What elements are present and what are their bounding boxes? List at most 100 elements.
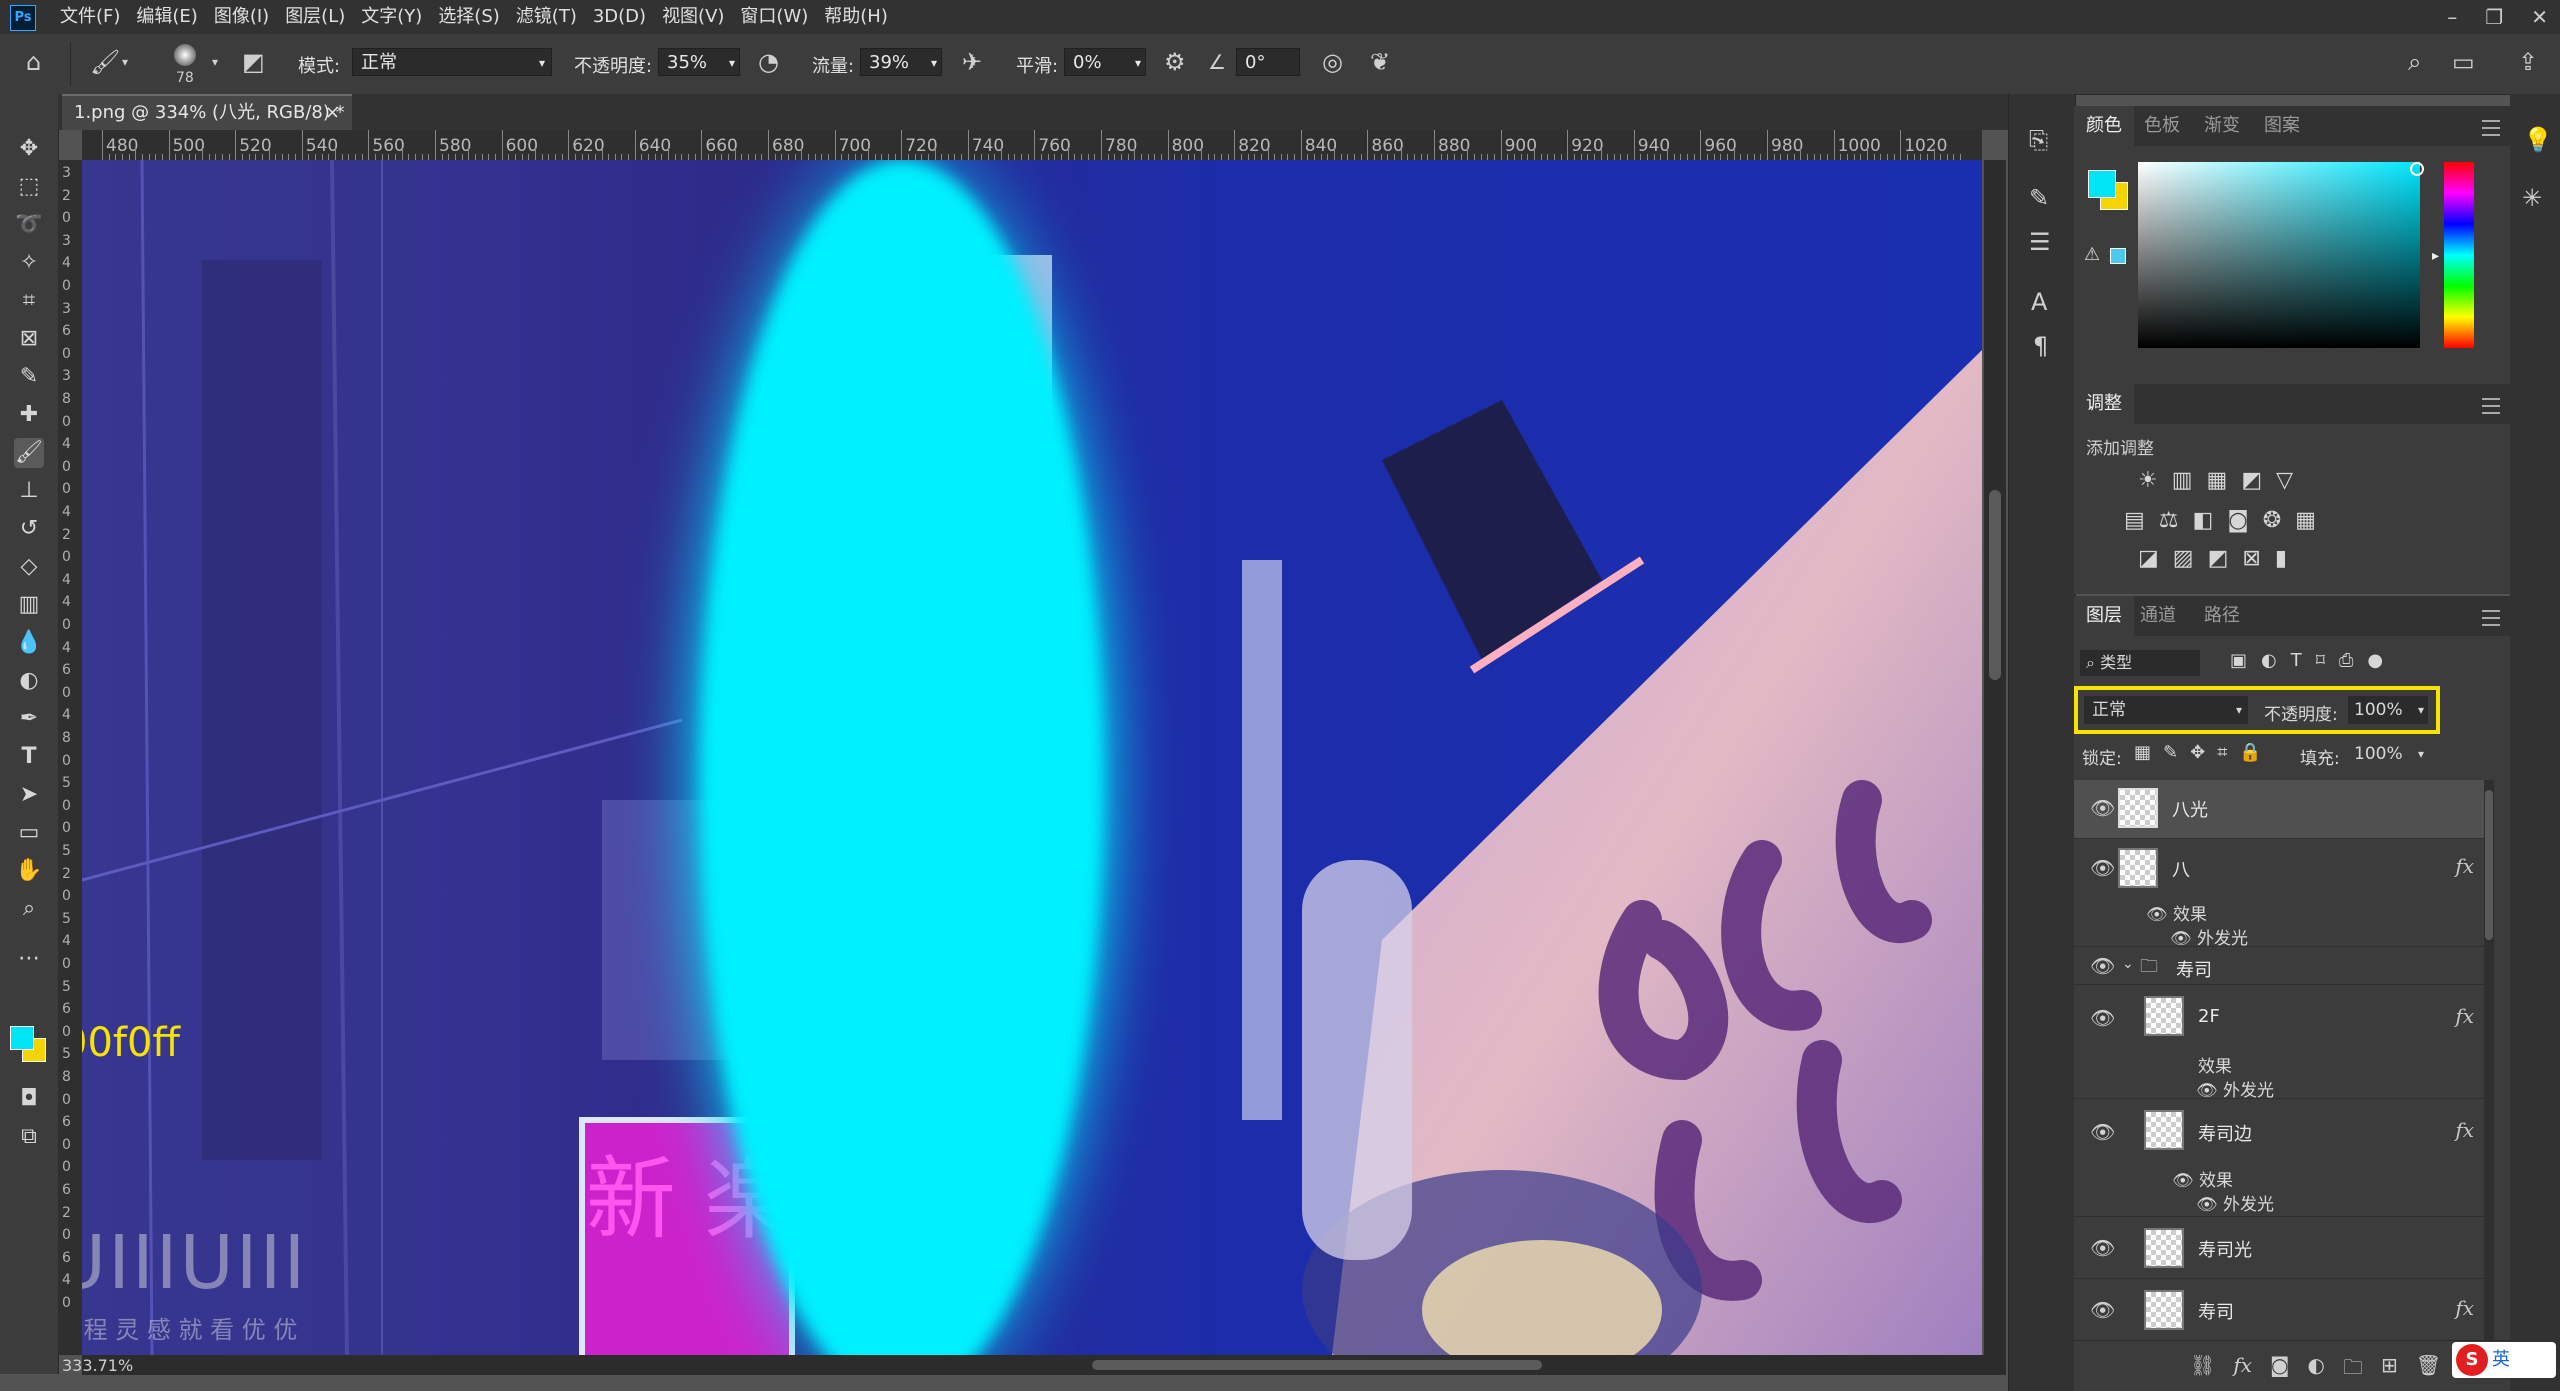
document-canvas[interactable]: 新 楽 00f0ff UIIIUIII 教 程 灵 感 就 看 优 优 [82,160,1982,1355]
tab-patterns[interactable]: 图案 [2264,106,2300,146]
zoom-level[interactable]: 333.71% [62,1356,133,1375]
new-adjustment-icon[interactable]: ◐ [2307,1353,2324,1387]
opacity-input[interactable]: 35% ▾ [658,48,740,76]
tab-layers[interactable]: 图层 [2074,596,2134,636]
eye-icon[interactable]: 👁 [2172,1171,2194,1191]
chevron-down-icon[interactable]: ▾ [122,56,128,68]
horizontal-scrollbar[interactable] [82,1355,2006,1375]
curves-icon[interactable]: ▦ [2207,468,2228,493]
menu-filter[interactable]: 滤镜(T) [508,0,585,34]
layer-fx-icon[interactable]: fx [2455,1296,2474,1320]
filter-toggle-icon[interactable]: ● [2367,650,2383,671]
channel-mixer-icon[interactable]: ❂ [2263,508,2281,533]
effect-item[interactable]: 👁 外发光 [2170,924,2248,949]
eye-icon[interactable]: 👁 [2196,1081,2218,1101]
tab-swatches[interactable]: 色板 [2144,106,2180,146]
lock-transparent-icon[interactable]: ▦ [2134,742,2151,763]
new-layer-icon[interactable]: ⊞ [2381,1353,2398,1387]
brightness-icon[interactable]: ☀ [2138,468,2158,493]
scroll-thumb[interactable] [1989,490,2001,680]
menu-window[interactable]: 窗口(W) [732,0,816,34]
layer-row[interactable]: 👁 寿司边 fx 👁 效果 👁 外发光 [2074,1100,2494,1217]
layer-fx-icon[interactable]: fx [2455,1118,2474,1142]
menu-image[interactable]: 图像(I) [206,0,277,34]
pressure-opacity-icon[interactable]: ◔ [758,50,779,74]
filter-smart-icon[interactable]: ⎙ [2339,650,2353,671]
tab-color[interactable]: 颜色 [2074,106,2134,146]
hue-slider[interactable] [2444,162,2474,348]
layer-name[interactable]: 八光 [2172,796,2208,822]
paragraph-icon[interactable]: ¶ [2033,334,2048,358]
tab-adjustments[interactable]: 调整 [2074,384,2134,424]
group-name[interactable]: 寿司 [2176,956,2212,982]
layer-row[interactable]: 👁 八 fx 👁 效果 👁 外发光 [2074,840,2494,949]
menu-edit[interactable]: 编辑(E) [128,0,205,34]
dodge-tool-icon[interactable]: ◐ [14,666,44,696]
color-lookup-icon[interactable]: ▦ [2295,508,2316,533]
visibility-eye-icon[interactable]: 👁 [2090,954,2115,978]
history-icon[interactable]: ⎘ [2029,128,2048,152]
character-icon[interactable]: A [2031,290,2047,314]
lock-all-icon[interactable]: 🔒 [2239,742,2261,763]
filter-pixel-icon[interactable]: ▣ [2230,650,2247,671]
panel-menu-icon[interactable] [2482,610,2500,626]
flow-input[interactable]: 39% ▾ [860,48,942,76]
color-field[interactable] [2138,162,2420,348]
panel-menu-icon[interactable] [2482,120,2500,136]
lock-pixels-icon[interactable]: ✎ [2163,742,2178,763]
angle-input[interactable]: 0° [1236,48,1300,76]
pen-tool-icon[interactable]: ✒ [14,704,44,734]
libraries-icon[interactable]: ✳ [2522,186,2542,210]
effect-item[interactable]: 👁 外发光 [2196,1076,2274,1101]
search-icon[interactable]: ⌕ [2408,50,2421,74]
blur-tool-icon[interactable]: 💧 [14,628,44,658]
crop-tool-icon[interactable]: ⌗ [14,286,44,316]
menu-view[interactable]: 视图(V) [654,0,732,34]
gear-icon[interactable]: ⚙ [1164,50,1186,74]
filter-type-icon[interactable]: T [2291,650,2302,671]
layer-name[interactable]: 2F [2198,1006,2220,1027]
brush-tool-icon[interactable]: 🖌 [14,438,44,468]
home-icon[interactable]: ⌂ [26,50,41,74]
brush-tool-icon[interactable]: 🖌 [90,50,120,74]
properties-icon[interactable]: ☰ [2029,230,2051,254]
menu-help[interactable]: 帮助(H) [816,0,896,34]
new-group-icon[interactable]: 🗀 [2343,1353,2363,1387]
layer-fx-icon[interactable]: fx [2455,854,2474,878]
mode-select[interactable]: 正常 ▾ [352,48,552,76]
blend-mode-select[interactable]: 正常 ▾ [2084,696,2248,724]
visibility-eye-icon[interactable]: 👁 [2090,856,2115,880]
brush-settings-icon[interactable]: ✎ [2029,186,2049,210]
chevron-down-icon[interactable]: ▾ [212,56,218,68]
path-select-icon[interactable]: ➤ [14,780,44,810]
learn-icon[interactable]: 💡 [2523,128,2553,152]
lock-artboard-icon[interactable]: ⌗ [2217,742,2227,763]
ime-indicator[interactable]: S英 [2452,1342,2556,1378]
hue-sat-icon[interactable]: ▤ [2124,508,2145,533]
photo-filter-icon[interactable]: ◙ [2227,508,2248,533]
eye-icon[interactable]: 👁 [2170,929,2192,949]
lasso-tool-icon[interactable]: ➰ [14,210,44,240]
layer-row[interactable]: 👁 寿司 fx [2074,1280,2494,1340]
effects-label[interactable]: 👁 效果 [2146,900,2207,925]
type-tool-icon[interactable]: T [14,742,44,772]
move-tool-icon[interactable]: ✥ [14,134,44,164]
effects-label[interactable]: 👁 效果 [2172,1166,2233,1191]
add-style-icon[interactable]: fx [2233,1353,2252,1387]
tab-gradients[interactable]: 渐变 [2204,106,2240,146]
foreground-color-swatch[interactable] [10,1026,34,1050]
hand-tool-icon[interactable]: ✋ [14,856,44,886]
eyedropper-icon[interactable]: ✎ [14,362,44,392]
layer-row[interactable]: 👁 八光 [2074,780,2494,839]
magic-wand-icon[interactable]: ✧ [14,248,44,278]
levels-icon[interactable]: ▥ [2172,468,2193,493]
layer-row[interactable]: 👁 寿司光 [2074,1218,2494,1279]
stamp-tool-icon[interactable]: ⊥ [14,476,44,506]
healing-brush-icon[interactable]: ✚ [14,400,44,430]
gradient-tool-icon[interactable]: ▥ [14,590,44,620]
minimize-button[interactable]: – [2447,0,2457,34]
close-button[interactable]: ✕ [2531,0,2548,34]
web-safe-swatch[interactable] [2110,248,2126,264]
link-layers-icon[interactable]: ⛓ [2190,1353,2215,1387]
lock-position-icon[interactable]: ✥ [2190,742,2205,763]
